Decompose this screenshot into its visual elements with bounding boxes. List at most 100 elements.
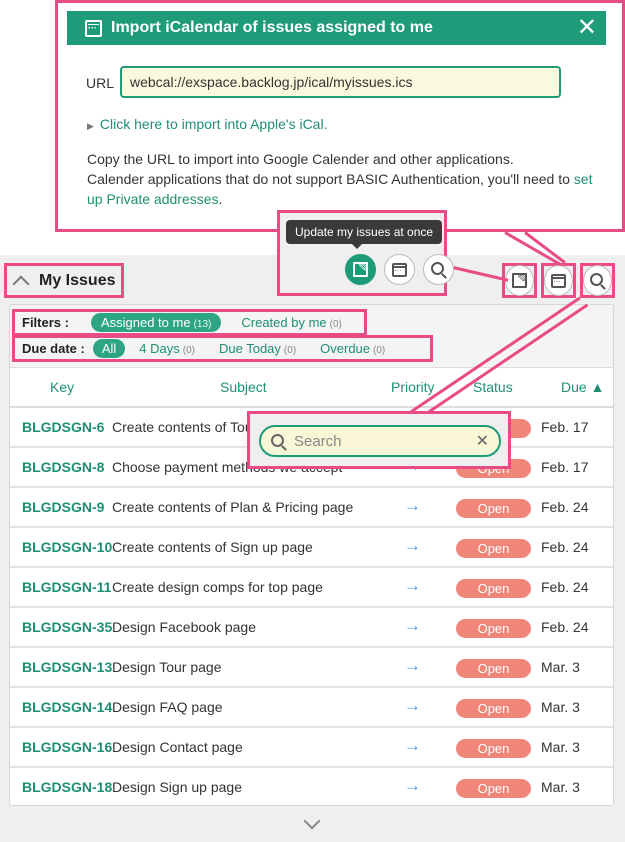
ical-url-field[interactable] [120,66,561,98]
due-filter-all[interactable]: All [92,339,126,358]
table-row[interactable]: BLGDSGN-9 Create contents of Plan & Prici… [10,488,613,528]
search-box[interactable]: ✕ [259,425,501,457]
issue-subject[interactable]: Design Contact page [112,739,243,755]
status-badge: Open [456,659,531,678]
table-row[interactable]: BLGDSGN-18 Design Sign up page → Open Mar. 3 [10,768,613,805]
issue-key[interactable]: BLGDSGN-13 [22,659,112,675]
tooltip: Update my issues at once [286,220,443,249]
filter-label: Overdue [320,341,371,356]
search-callout: ✕ [247,411,511,469]
search-input[interactable] [294,432,464,450]
due-date: Mar. 3 [541,779,580,795]
instruction-line: Copy the URL to import into Google Calen… [87,151,514,167]
url-label: URL [86,75,115,91]
issue-subject[interactable]: Design Sign up page [112,779,242,795]
search-button-highlight [580,263,615,298]
due-date: Feb. 24 [541,619,589,635]
section-title: My Issues [39,271,116,289]
issue-key[interactable]: BLGDSGN-14 [22,699,112,715]
due-date: Feb. 24 [541,539,589,555]
ical-dialog-title: Import iCalendar of issues assigned to m… [111,19,433,36]
edit-icon [512,270,529,288]
my-issues-heading[interactable]: My Issues [4,263,124,298]
issue-subject[interactable]: Create contents of Sign up page [112,539,313,555]
table-row[interactable]: BLGDSGN-10 Create contents of Sign up pag… [10,528,613,568]
issue-subject[interactable]: Design FAQ page [112,699,223,715]
issue-key[interactable]: BLGDSGN-9 [22,499,104,515]
issue-key[interactable]: BLGDSGN-8 [22,459,104,475]
calendar-icon [392,262,407,277]
priority-arrow-icon: → [404,496,421,515]
issue-key[interactable]: BLGDSGN-10 [22,539,112,555]
ical-button-highlight [541,263,576,298]
filter-label: Assigned to me [100,315,191,330]
triangle-right-icon: ▶ [87,121,94,131]
filter-label: Due Today [219,341,281,356]
priority-arrow-icon: → [404,656,421,675]
column-subject[interactable]: Subject [220,379,267,395]
issue-subject[interactable]: Create design comps for top page [112,579,323,595]
due-date: Mar. 3 [541,739,580,755]
status-badge: Open [456,779,531,798]
priority-arrow-icon: → [404,696,421,715]
search-icon [271,433,284,447]
column-priority[interactable]: Priority [391,379,435,395]
due-date-row: Due date : All 4 Days (0) Due Today (0) Ov… [12,335,433,362]
status-badge: Open [456,739,531,758]
ical-button-preview[interactable] [384,254,415,285]
issue-key[interactable]: BLGDSGN-6 [22,419,104,435]
bulk-update-button-hover[interactable] [345,254,376,285]
filter-assigned-to-me[interactable]: Assigned to me (13) [90,313,222,332]
due-filter-due-today[interactable]: Due Today (0) [209,339,306,358]
column-status[interactable]: Status [473,379,513,395]
filter-created-by-me[interactable]: Created by me (0) [231,313,352,332]
column-key[interactable]: Key [50,379,74,395]
due-date: Mar. 3 [541,659,580,675]
issue-subject[interactable]: Design Facebook page [112,619,256,635]
apple-ical-link-text: Click here to import into Apple's iCal. [99,116,328,132]
ical-button[interactable] [544,265,573,296]
bulk-update-button[interactable] [505,265,534,296]
due-filter-overdue[interactable]: Overdue (0) [310,339,395,358]
issues-panel: Key Subject Priority Status Due ▲ BLGDSG… [9,304,614,806]
filter-label: Created by me [241,315,327,330]
calendar-icon [551,273,566,288]
table-row[interactable]: BLGDSGN-35 Design Facebook page → Open Feb. … [10,608,613,648]
clear-icon[interactable]: ✕ [476,431,489,451]
issue-subject[interactable]: Create contents of Plan & Pricing page [112,499,353,515]
due-date: Feb. 24 [541,579,589,595]
issue-key[interactable]: BLGDSGN-16 [22,739,112,755]
ical-instructions: Copy the URL to import into Google Calen… [87,149,607,209]
issue-key[interactable]: BLGDSGN-35 [22,619,112,635]
issue-key[interactable]: BLGDSGN-18 [22,779,112,795]
table-row[interactable]: BLGDSGN-11 Create design comps for top pa… [10,568,613,608]
table-row[interactable]: BLGDSGN-14 Design FAQ page → Open Mar. 3 [10,688,613,728]
instruction-line: Calender applications that do not suppor… [87,169,607,209]
priority-arrow-icon: → [404,576,421,595]
search-icon [430,261,444,275]
apple-ical-link[interactable]: ▶ Click here to import into Apple's iCal. [87,116,327,132]
status-badge: Open [456,499,531,518]
instruction-text: . [218,191,223,207]
table-row[interactable]: BLGDSGN-16 Design Contact page → Open Mar. 3 [10,728,613,768]
status-badge: Open [456,619,531,638]
filters-row: Filters : Assigned to me (13) Created by … [12,309,367,336]
close-icon[interactable]: ✕ [577,13,597,42]
ical-dialog-header: Import iCalendar of issues assigned to m… [67,11,606,45]
issue-key[interactable]: BLGDSGN-11 [22,579,111,595]
search-button[interactable] [583,265,612,296]
search-icon [589,272,603,286]
table-row[interactable]: BLGDSGN-13 Design Tour page → Open Mar. 3 [10,648,613,688]
issue-subject[interactable]: Design Tour page [112,659,221,675]
due-date: Mar. 3 [541,699,580,715]
filters-label: Filters : [22,315,69,330]
collapse-chevron-icon [12,275,30,292]
edit-icon [353,259,370,277]
priority-arrow-icon: → [404,776,421,795]
filter-count: (0) [283,345,297,356]
tooltip-zoom-callout: Update my issues at once [277,210,454,296]
filter-count: (0) [373,345,386,356]
search-button-preview[interactable] [423,254,454,285]
column-due[interactable]: Due ▲ [561,379,604,395]
due-filter-4-days[interactable]: 4 Days (0) [129,339,205,358]
